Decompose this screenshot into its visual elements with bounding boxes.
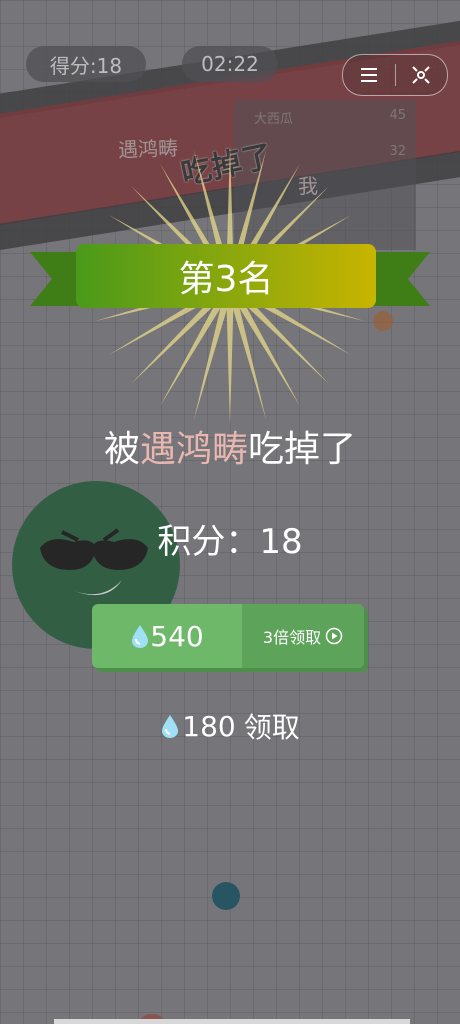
home-indicator <box>54 1019 410 1024</box>
points-label: 积分： <box>157 522 260 562</box>
plain-amount: 180 <box>182 709 236 743</box>
triple-claim-button[interactable]: 540 3倍领取 <box>92 604 364 668</box>
triple-amount-value: 540 <box>150 619 204 653</box>
points-value: 18 <box>259 522 303 562</box>
message-suffix: 吃掉了 <box>248 429 357 470</box>
play-video-icon <box>325 627 343 645</box>
close-target-icon <box>412 66 430 84</box>
killer-name: 遇鸿畴 <box>139 429 248 470</box>
message-prefix: 被 <box>103 429 140 470</box>
mini-program-capsule <box>342 54 448 96</box>
triple-claim-label: 3倍领取 <box>242 604 364 668</box>
points-line: 积分：18 <box>0 514 460 563</box>
timer-display: 02:22 <box>182 46 278 82</box>
score-display: 得分:18 <box>26 46 146 82</box>
water-drop-icon <box>132 625 149 648</box>
water-drop-icon <box>162 715 179 738</box>
menu-icon <box>360 68 377 82</box>
triple-claim-text: 3倍领取 <box>262 628 322 647</box>
eaten-message: 被遇鸿畴吃掉了 <box>0 420 460 472</box>
plain-claim-label: 领取 <box>243 711 300 744</box>
close-button[interactable] <box>396 55 448 95</box>
triple-amount: 540 <box>92 604 242 668</box>
plain-claim-button[interactable]: 180 领取 <box>0 706 460 746</box>
menu-button[interactable] <box>343 55 395 95</box>
rank-label: 第3名 <box>178 259 274 300</box>
